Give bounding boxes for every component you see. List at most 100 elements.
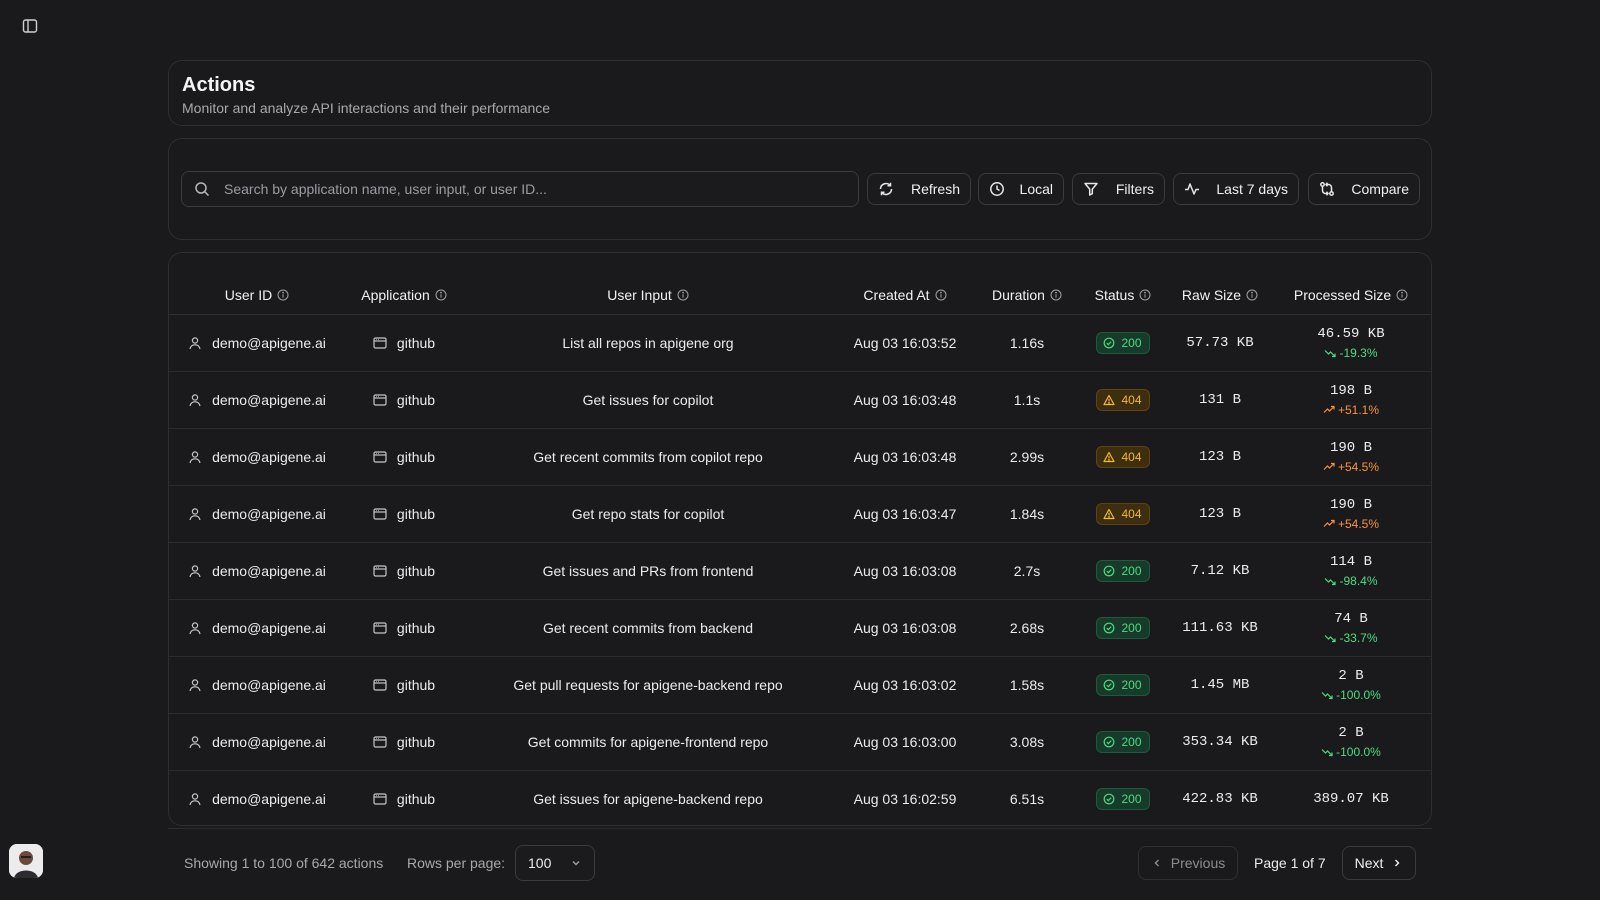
next-page-button[interactable]: Next <box>1342 846 1416 880</box>
application-name: github <box>396 506 436 522</box>
column-header-raw-size[interactable]: Raw Size <box>1169 275 1271 315</box>
check-circle-icon <box>1104 793 1115 805</box>
column-header-user-id[interactable]: User ID <box>169 275 345 315</box>
processed-size-value: 74 B <box>1334 611 1368 627</box>
chevron-right-icon <box>1395 859 1400 867</box>
previous-page-button[interactable]: Previous <box>1138 846 1238 880</box>
rows-per-page-select[interactable]: 100 <box>515 845 595 881</box>
compare-button[interactable]: Compare <box>1308 173 1420 205</box>
created-at-value: Aug 03 16:03:00 <box>853 734 957 750</box>
cell-user-input: Get issues for apigene-backend repo <box>463 771 833 813</box>
rows-per-page-value: 100 <box>528 855 552 871</box>
cell-user-id: demo@apigene.ai <box>169 429 345 485</box>
cell-status: 200 <box>1077 543 1169 599</box>
application-name: github <box>396 791 436 807</box>
cell-application: github <box>345 486 463 542</box>
chevron-left-icon <box>1154 859 1159 867</box>
cell-user-id: demo@apigene.ai <box>169 543 345 599</box>
footer-divider <box>168 828 1432 829</box>
size-change: +54.5% <box>1323 460 1379 474</box>
size-change: -98.4% <box>1324 574 1378 588</box>
raw-size-value: 123 B <box>1198 449 1241 465</box>
filters-button[interactable]: Filters <box>1072 173 1165 205</box>
table-row[interactable]: demo@apigene.ai github Get issues and PRs … <box>169 543 1431 600</box>
table-row[interactable]: demo@apigene.ai github Get commits for api… <box>169 714 1431 771</box>
size-change: +51.1% <box>1323 403 1379 417</box>
cell-user-input: Get issues and PRs from frontend <box>463 543 833 599</box>
refresh-button[interactable]: Refresh <box>867 173 971 205</box>
timezone-button[interactable]: Local <box>978 173 1064 205</box>
avatar[interactable] <box>9 844 43 878</box>
raw-size-value: 131 B <box>1198 392 1241 408</box>
cell-status: 200 <box>1077 600 1169 656</box>
status-code: 200 <box>1121 621 1142 635</box>
cell-user-id: demo@apigene.ai <box>169 771 345 813</box>
rows-per-page-label: Rows per page: <box>407 855 506 871</box>
table-row[interactable]: demo@apigene.ai github Get recent commits … <box>169 429 1431 486</box>
size-change: -33.7% <box>1324 631 1378 645</box>
size-change-value: +51.1% <box>1337 403 1380 417</box>
column-header-application[interactable]: Application <box>345 275 463 315</box>
status-code: 404 <box>1121 450 1142 464</box>
date-range-button[interactable]: Last 7 days <box>1173 173 1299 205</box>
info-icon[interactable] <box>1050 289 1062 301</box>
size-change-value: -98.4% <box>1339 574 1378 588</box>
cell-processed-size: 198 B +51.1% <box>1271 372 1431 428</box>
timezone-label: Local <box>1019 181 1053 197</box>
cell-status: 200 <box>1077 714 1169 770</box>
column-header-processed-size[interactable]: Processed Size <box>1271 275 1431 315</box>
trend-down-icon <box>1325 578 1337 586</box>
info-icon[interactable] <box>1396 289 1408 301</box>
sidebar-toggle-icon[interactable] <box>22 18 38 34</box>
cell-raw-size: 1.45 MB <box>1169 657 1271 713</box>
search-input[interactable] <box>222 171 858 207</box>
table-row[interactable]: demo@apigene.ai github Get issues for copi… <box>169 372 1431 429</box>
user-icon <box>189 337 201 350</box>
cell-created-at: Aug 03 16:03:48 <box>833 372 977 428</box>
user-id: demo@apigene.ai <box>212 734 326 750</box>
cell-user-id: demo@apigene.ai <box>169 372 345 428</box>
raw-size-value: 7.12 KB <box>1190 563 1250 579</box>
table-body[interactable]: demo@apigene.ai github List all repos in a… <box>169 315 1431 813</box>
app-window-icon <box>373 565 387 577</box>
raw-size-value: 353.34 KB <box>1182 734 1258 750</box>
cell-raw-size: 123 B <box>1169 429 1271 485</box>
info-icon[interactable] <box>677 289 689 301</box>
cell-raw-size: 422.83 KB <box>1169 771 1271 813</box>
table-row[interactable]: demo@apigene.ai github Get recent commits … <box>169 600 1431 657</box>
cell-application: github <box>345 771 463 813</box>
duration-value: 1.58s <box>1009 677 1045 693</box>
application-name: github <box>396 677 436 693</box>
column-header-user-input[interactable]: User Input <box>463 275 833 315</box>
cell-user-input: Get recent commits from backend <box>463 600 833 656</box>
info-icon[interactable] <box>435 289 447 301</box>
cell-created-at: Aug 03 16:03:48 <box>833 429 977 485</box>
status-code: 200 <box>1121 792 1142 806</box>
table-row[interactable]: demo@apigene.ai github Get pull requests f… <box>169 657 1431 714</box>
size-change: +54.5% <box>1323 517 1379 531</box>
column-header-duration[interactable]: Duration <box>977 275 1077 315</box>
cell-processed-size: 2 B -100.0% <box>1271 714 1431 770</box>
column-header-created-at[interactable]: Created At <box>833 275 977 315</box>
cell-duration: 3.08s <box>977 714 1077 770</box>
table-row[interactable]: demo@apigene.ai github Get repo stats for … <box>169 486 1431 543</box>
info-icon[interactable] <box>1139 289 1151 301</box>
application-name: github <box>396 449 436 465</box>
search-icon <box>195 182 210 197</box>
info-icon[interactable] <box>1246 289 1258 301</box>
application-name: github <box>396 620 436 636</box>
cell-user-input: Get commits for apigene-frontend repo <box>463 714 833 770</box>
column-header-status[interactable]: Status <box>1077 275 1169 315</box>
info-icon[interactable] <box>935 289 947 301</box>
warning-triangle-icon <box>1103 394 1116 406</box>
user-icon <box>189 565 201 578</box>
cell-user-input: Get pull requests for apigene-backend re… <box>463 657 833 713</box>
status-code: 404 <box>1121 507 1142 521</box>
duration-value: 3.08s <box>1009 734 1045 750</box>
next-label: Next <box>1354 855 1384 871</box>
cell-status: 404 <box>1077 429 1169 485</box>
info-icon[interactable] <box>277 289 289 301</box>
application-name: github <box>396 392 436 408</box>
table-row[interactable]: demo@apigene.ai github Get issues for apig… <box>169 771 1431 813</box>
table-row[interactable]: demo@apigene.ai github List all repos in a… <box>169 315 1431 372</box>
